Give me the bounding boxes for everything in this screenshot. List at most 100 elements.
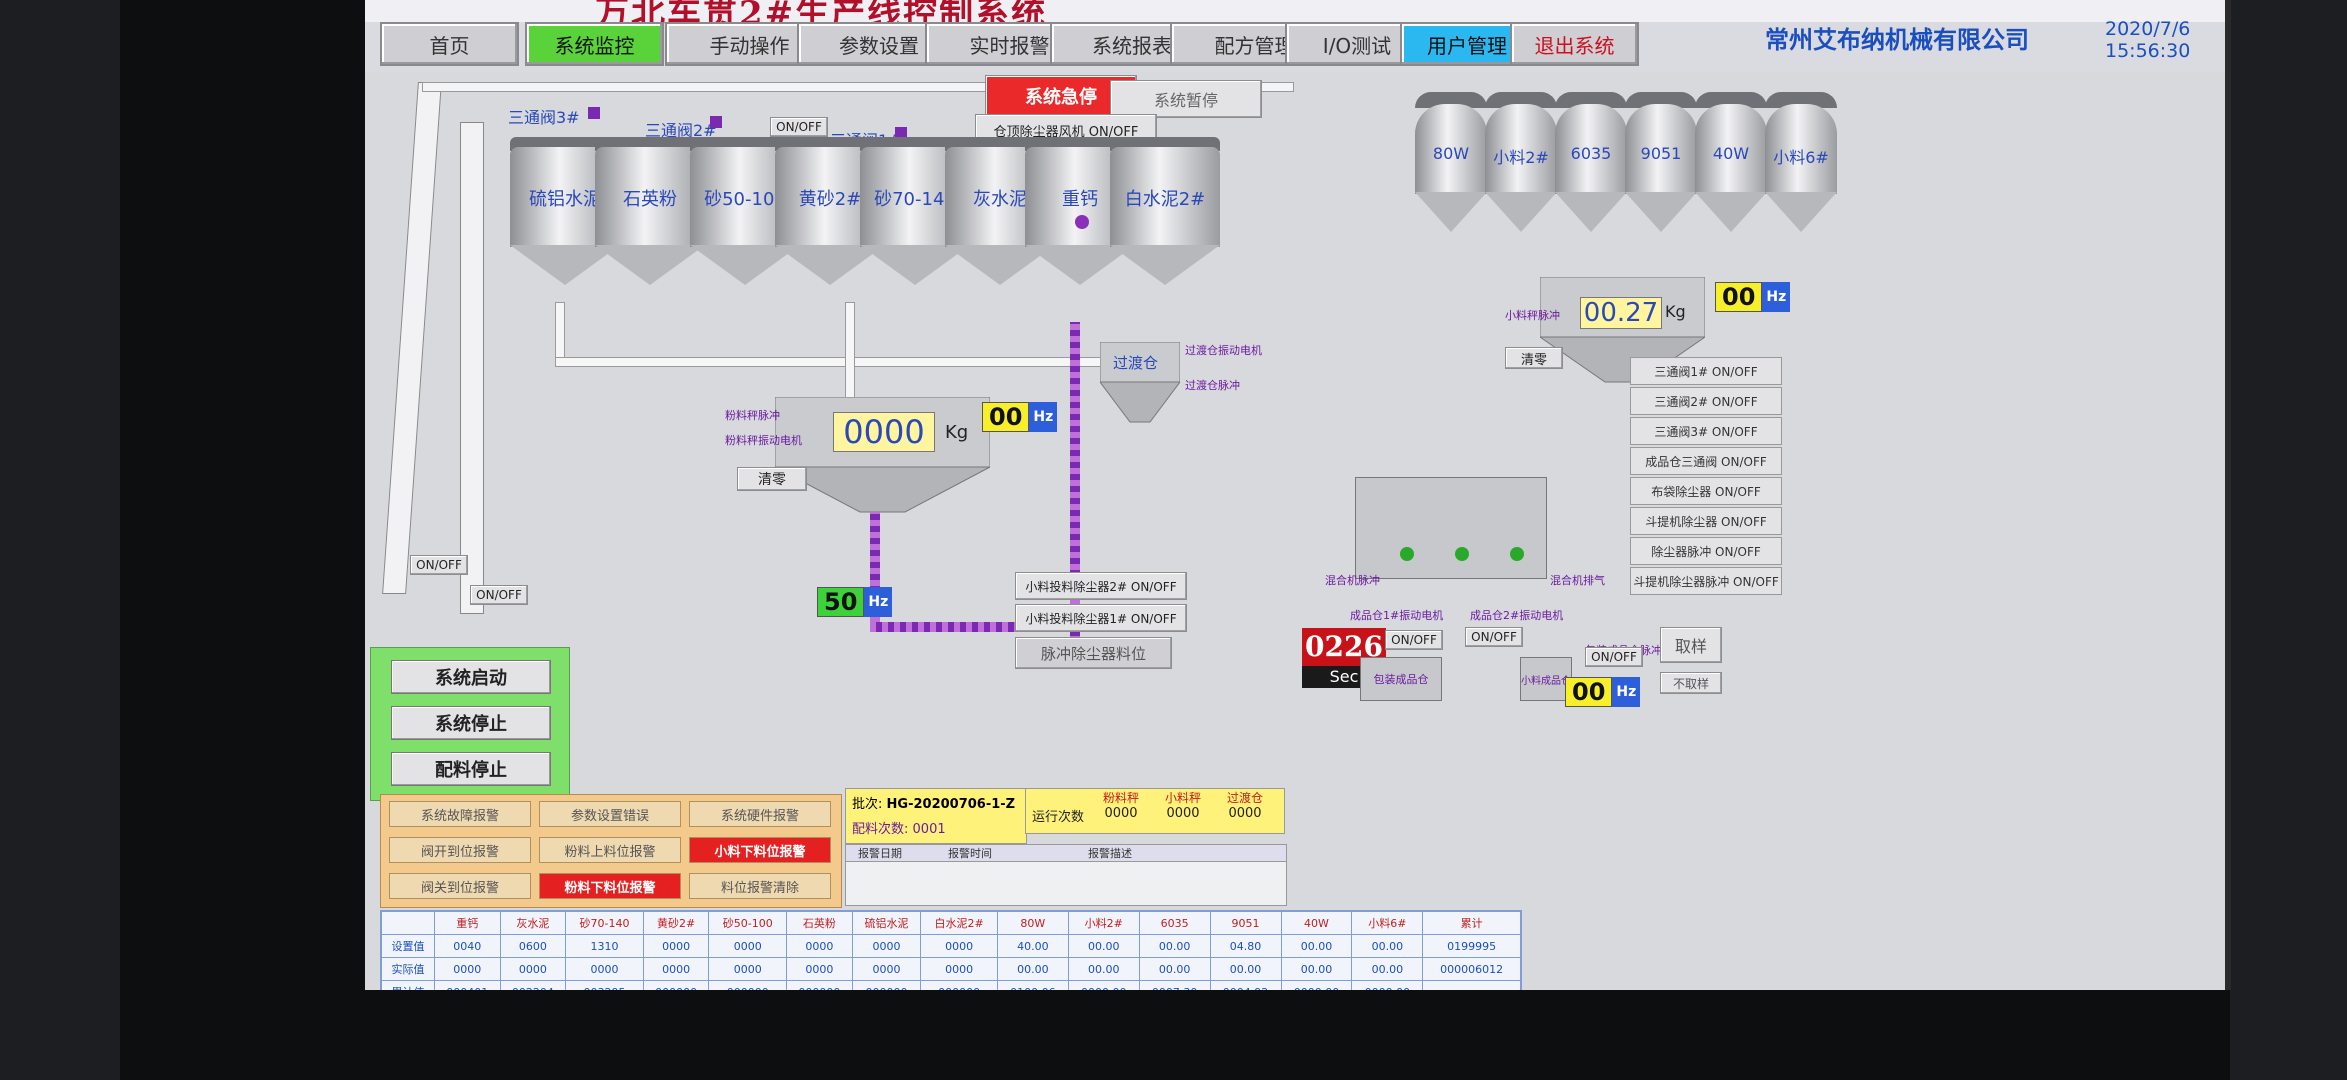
table-cell[interactable]: 0000	[708, 934, 788, 958]
table-cell[interactable]: 0000	[642, 957, 710, 981]
table-cell[interactable]: 0000	[920, 957, 998, 981]
table-row-label: 累计值	[381, 980, 435, 990]
table-cell[interactable]: 0000	[642, 934, 710, 958]
valve-1-toggle[interactable]: 三通阀1# ON/OFF	[1630, 357, 1782, 385]
table-cell[interactable]: 0199995	[1422, 934, 1521, 958]
table-cell[interactable]: 0600	[499, 934, 567, 958]
dust-pulse-toggle[interactable]: 除尘器脉冲 ON/OFF	[1630, 537, 1782, 565]
small-dust-collector-1-button[interactable]: 小料投料除尘器1# ON/OFF	[1015, 604, 1187, 632]
valve-3-toggle[interactable]: 三通阀3# ON/OFF	[1630, 417, 1782, 445]
table-cell[interactable]: 0000	[708, 957, 788, 981]
elevator-dust-collector-toggle[interactable]: 斗提机除尘器 ON/OFF	[1630, 507, 1782, 535]
batch-value: HG-20200706-1-Z	[886, 797, 1016, 812]
table-header: 白水泥2#	[920, 911, 998, 935]
elevator-dust-pulse-toggle[interactable]: 斗提机除尘器脉冲 ON/OFF	[1630, 567, 1782, 595]
table-header: 6035	[1138, 911, 1211, 935]
silo-2: 石英粉	[595, 137, 705, 307]
batch-count-label: 配料次数:	[852, 822, 909, 837]
system-pause-button[interactable]: 系统暂停	[1110, 80, 1262, 118]
powder-scale-vib-label: 粉料秤振动电机	[725, 434, 802, 447]
bucket-elevator-left-rail	[382, 82, 442, 594]
alarm-parameter-error: 参数设置错误	[539, 801, 681, 827]
small-scale-hz-value: 00	[1715, 282, 1763, 312]
small-scale-pulse-label: 小料秤脉冲	[1505, 309, 1560, 322]
table-cell[interactable]: 0000	[851, 957, 922, 981]
table-cell[interactable]: 00.00	[1351, 934, 1424, 958]
alarm-log-desc-col: 报警描述	[1088, 847, 1132, 860]
table-cell[interactable]: 0000	[786, 934, 853, 958]
table-row: 设置值 0040 0600 1310 0000 0000 0000 0000 0000 40.00…	[381, 934, 1521, 958]
transition-bin-name: 过渡仓	[1113, 354, 1159, 372]
table-cell[interactable]: 0040	[434, 934, 501, 958]
date-text: 2020/7/6	[2105, 18, 2191, 40]
table-cell[interactable]: 0000	[499, 957, 567, 981]
table-cell[interactable]: 00.00	[1138, 957, 1211, 981]
packaging-onoff[interactable]: ON/OFF	[1585, 647, 1643, 667]
table-cell[interactable]: 002204	[499, 980, 567, 990]
valve-2-toggle[interactable]: 三通阀2# ON/OFF	[1630, 387, 1782, 415]
nav-system-monitor[interactable]: 系统监控	[525, 22, 664, 66]
elevator-onoff-1[interactable]: ON/OFF	[410, 555, 468, 575]
table-cell[interactable]: 0000	[565, 957, 644, 981]
table-cell[interactable]	[1422, 980, 1521, 990]
small-scale-clear-button[interactable]: 清零	[1505, 347, 1563, 369]
bag-dust-collector-toggle[interactable]: 布袋除尘器 ON/OFF	[1630, 477, 1782, 505]
table-cell[interactable]: 00.00	[996, 957, 1069, 981]
table-cell[interactable]: 000000	[920, 980, 998, 990]
powder-scale-clear-button[interactable]: 清零	[737, 467, 807, 491]
table-cell[interactable]: 000006012	[1422, 957, 1521, 981]
table-cell[interactable]: 00.00	[1067, 957, 1140, 981]
table-cell[interactable]: 000000	[708, 980, 788, 990]
table-cell[interactable]: 0000	[786, 957, 853, 981]
table-cell[interactable]: 003295	[565, 980, 644, 990]
finished-bin2-onoff[interactable]: ON/OFF	[1465, 627, 1523, 647]
table-header: 9051	[1209, 911, 1282, 935]
table-cell[interactable]: 00.00	[1209, 957, 1282, 981]
valve-1-onoff[interactable]: ON/OFF	[770, 117, 828, 137]
silo-r3: 6035	[1555, 92, 1627, 242]
table-cell[interactable]: 0004.92	[1209, 980, 1282, 990]
table-cell[interactable]: 0000	[434, 957, 501, 981]
table-cell[interactable]: 000000	[851, 980, 922, 990]
conveyor-hz-value: 50	[817, 587, 865, 617]
table-cell[interactable]: 04.80	[1209, 934, 1282, 958]
table-cell[interactable]: 00.00	[1138, 934, 1211, 958]
table-cell[interactable]: 1310	[565, 934, 644, 958]
finished-valve-toggle[interactable]: 成品仓三通阀 ON/OFF	[1630, 447, 1782, 475]
table-row: 累计值0004010022040032950000000000000000000…	[381, 980, 1521, 990]
table-cell[interactable]: 00.00	[1280, 957, 1353, 981]
take-sample-button[interactable]: 取样	[1660, 627, 1722, 663]
table-cell[interactable]: 0000	[920, 934, 998, 958]
powder-scale-hz: 00 Hz	[982, 402, 1058, 432]
nav-exit-system[interactable]: 退出系统	[1510, 22, 1639, 66]
table-cell[interactable]: 000000	[642, 980, 710, 990]
small-dust-collector-2-button[interactable]: 小料投料除尘器2# ON/OFF	[1015, 572, 1187, 600]
alarm-clear-button[interactable]: 料位报警清除	[689, 873, 831, 899]
finished-bin1-onoff[interactable]: ON/OFF	[1385, 630, 1443, 650]
transition-vib-label: 过渡仓振动电机	[1185, 344, 1262, 357]
table-cell[interactable]: 000401	[434, 980, 501, 990]
table-cell[interactable]: 0000.00	[1351, 980, 1424, 990]
table-cell[interactable]: 00.00	[1067, 934, 1140, 958]
table-cell[interactable]: 0000.00	[1280, 980, 1353, 990]
batching-stop-button[interactable]: 配料停止	[391, 752, 551, 786]
table-cell[interactable]: 000000	[786, 980, 853, 990]
alarm-valve-open: 阀开到位报警	[389, 837, 531, 863]
table-header: 小料2#	[1067, 911, 1140, 935]
nav-home[interactable]: 首页	[380, 22, 519, 66]
table-cell[interactable]: 0007.30	[1138, 980, 1211, 990]
mixer-exhaust-label: 混合机排气	[1550, 574, 1605, 587]
table-cell[interactable]: 0000	[851, 934, 922, 958]
table-cell[interactable]: 0100.06	[996, 980, 1069, 990]
system-start-button[interactable]: 系统启动	[391, 660, 551, 694]
alarm-valve-close: 阀关到位报警	[389, 873, 531, 899]
elevator-onoff-2[interactable]: ON/OFF	[470, 585, 528, 605]
silo-8-name: 白水泥2#	[1124, 189, 1206, 210]
table-cell[interactable]: 00.00	[1280, 934, 1353, 958]
system-stop-button[interactable]: 系统停止	[391, 706, 551, 740]
table-cell[interactable]: 40.00	[996, 934, 1069, 958]
table-cell[interactable]: 0000.00	[1067, 980, 1140, 990]
pulse-dust-level-button[interactable]: 脉冲除尘器料位	[1015, 637, 1172, 669]
no-sample-button[interactable]: 不取样	[1660, 672, 1722, 694]
table-cell[interactable]: 00.00	[1351, 957, 1424, 981]
